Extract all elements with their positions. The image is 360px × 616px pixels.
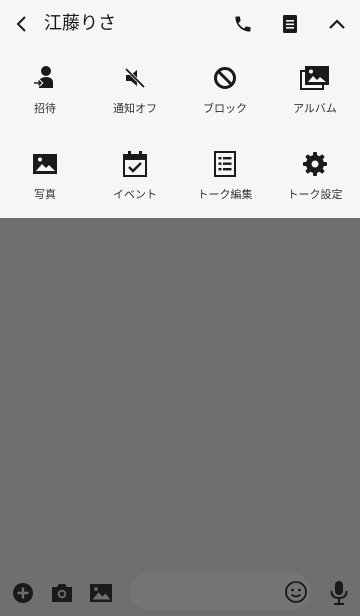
- menu-label: アルバム: [293, 102, 337, 115]
- block-icon: [214, 67, 236, 89]
- menu-label: 招待: [34, 102, 56, 115]
- menu-item-invite[interactable]: 招待: [0, 48, 90, 128]
- photo-icon: [33, 154, 57, 174]
- image-icon: [90, 584, 112, 602]
- menu-label: トーク設定: [287, 188, 343, 201]
- menu-label: ブロック: [203, 102, 247, 115]
- calendar-check-icon: [123, 151, 147, 177]
- menu-label: イベント: [113, 188, 157, 201]
- microphone-icon: [330, 581, 348, 605]
- back-button[interactable]: [8, 10, 36, 38]
- menu-item-album[interactable]: アルバム: [270, 48, 360, 128]
- chat-header: 江藤りさ: [0, 0, 360, 48]
- chat-menu-panel: 招待 通知オフ ブロック アルバム 写真 イベント トーク編集 トーク設定: [0, 48, 360, 218]
- emoji-icon: [285, 581, 307, 603]
- emoji-button[interactable]: [283, 579, 309, 605]
- menu-item-chat-settings[interactable]: トーク設定: [270, 134, 360, 214]
- invite-person-icon: [34, 66, 53, 88]
- plus-icon: [13, 583, 33, 603]
- chat-title: 江藤りさ: [44, 13, 116, 34]
- camera-icon: [52, 584, 72, 602]
- chat-messages-area[interactable]: [0, 218, 360, 568]
- camera-button[interactable]: [49, 580, 75, 606]
- note-icon: [283, 15, 297, 33]
- speaker-mute-icon: [124, 67, 146, 89]
- message-composer: [0, 568, 360, 616]
- chevron-left-icon: [16, 16, 26, 32]
- gallery-button[interactable]: [88, 580, 114, 606]
- add-button[interactable]: [10, 580, 36, 606]
- chevron-up-icon: [329, 19, 345, 29]
- list-edit-icon: [214, 151, 236, 177]
- menu-label: トーク編集: [197, 188, 253, 201]
- menu-label: 通知オフ: [113, 102, 157, 115]
- gear-icon: [303, 152, 327, 176]
- call-button[interactable]: [229, 10, 257, 38]
- notes-button[interactable]: [276, 10, 304, 38]
- collapse-button[interactable]: [323, 10, 351, 38]
- menu-item-photos[interactable]: 写真: [0, 134, 90, 214]
- menu-item-notifications-off[interactable]: 通知オフ: [90, 48, 180, 128]
- menu-item-events[interactable]: イベント: [90, 134, 180, 214]
- phone-icon: [235, 16, 251, 32]
- menu-label: 写真: [34, 188, 56, 201]
- menu-item-block[interactable]: ブロック: [180, 48, 270, 128]
- voice-button[interactable]: [326, 580, 352, 606]
- menu-item-edit-chat[interactable]: トーク編集: [180, 134, 270, 214]
- album-icon: [300, 66, 329, 90]
